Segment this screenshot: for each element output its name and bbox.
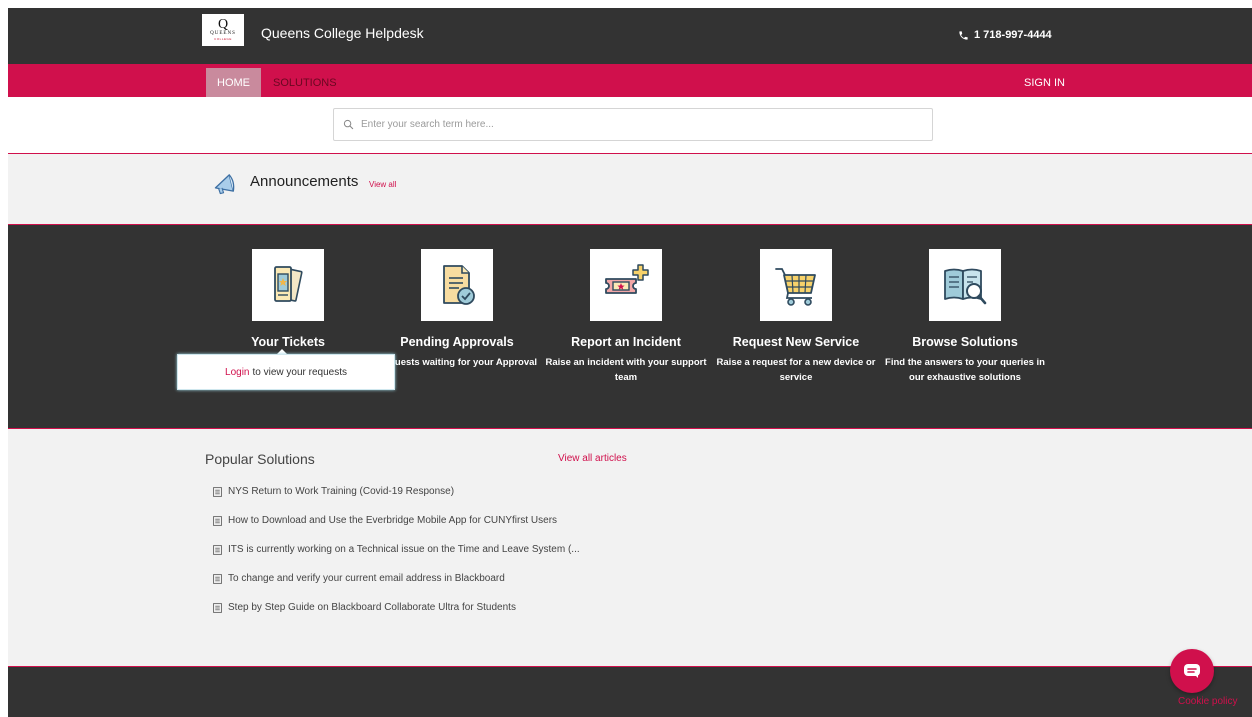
solution-item[interactable]: How to Download and Use the Everbridge M… <box>213 515 580 544</box>
card-your-tickets[interactable]: Your Tickets <box>207 249 369 349</box>
chat-button[interactable] <box>1170 649 1214 693</box>
login-tooltip: Login to view your requests <box>177 354 395 390</box>
card-browse-solutions[interactable]: Browse Solutions Find the answers to you… <box>884 249 1046 385</box>
card-report-incident[interactable]: Report an Incident Raise an incident wit… <box>545 249 707 385</box>
book-search-icon <box>944 268 987 305</box>
view-all-articles-link[interactable]: View all articles <box>558 453 627 464</box>
queens-college-logo[interactable]: Q QUEENS COLLEGE <box>202 14 244 46</box>
card-pending-approvals[interactable]: Pending Approvals Requests waiting for y… <box>376 249 538 370</box>
announcements-title: Announcements <box>250 173 359 190</box>
site-title[interactable]: Queens College Helpdesk <box>261 25 424 41</box>
card-title: Your Tickets <box>251 335 325 349</box>
logo-sub: COLLEGE <box>214 37 232 41</box>
card-title: Request New Service <box>732 335 860 349</box>
search-input[interactable] <box>359 118 903 131</box>
solution-title: How to Download and Use the Everbridge M… <box>228 515 558 526</box>
article-icon <box>213 516 222 526</box>
popular-solutions-title: Popular Solutions <box>205 451 315 467</box>
solution-title: ITS is currently working on a Technical … <box>228 544 580 555</box>
popular-solutions-list: NYS Return to Work Training (Covid-19 Re… <box>213 486 580 631</box>
card-description: Raise an incident with your support team <box>545 357 707 383</box>
announcements-section: Announcements View all <box>8 154 1252 224</box>
card-title: Report an Incident <box>571 335 681 349</box>
chat-bubble-icon <box>1184 664 1200 678</box>
card-title: Browse Solutions <box>912 335 1018 349</box>
shopping-cart-icon <box>775 268 816 306</box>
announcements-view-all-link[interactable]: View all <box>369 180 396 189</box>
article-icon <box>213 545 222 555</box>
phone-icon <box>959 30 968 40</box>
card-description: Requests waiting for your Approval <box>376 357 538 368</box>
incident-ticket-icon <box>605 264 649 294</box>
tickets-icon <box>274 266 303 302</box>
solution-item[interactable]: To change and verify your current email … <box>213 573 580 602</box>
article-icon <box>213 487 222 497</box>
search-icon <box>343 119 354 130</box>
nav-home[interactable]: HOME <box>206 68 261 97</box>
card-description: Find the answers to your queries in our … <box>885 357 1045 383</box>
tooltip-text: to view your requests <box>252 366 347 378</box>
search-box[interactable] <box>333 108 933 141</box>
popular-solutions-section: Popular Solutions View all articles NYS … <box>8 429 1252 667</box>
login-link[interactable]: Login <box>225 367 249 378</box>
phone-text: 1 718-997-4444 <box>974 29 1052 41</box>
article-icon <box>213 574 222 584</box>
card-description: Raise a request for a new device or serv… <box>716 357 876 383</box>
solution-item[interactable]: NYS Return to Work Training (Covid-19 Re… <box>213 486 580 515</box>
cookie-policy-link[interactable]: Cookie policy <box>1178 696 1237 707</box>
header-bar: Q QUEENS COLLEGE Queens College Helpdesk… <box>8 8 1252 64</box>
card-title: Pending Approvals <box>400 335 514 349</box>
services-panel: Your Tickets Pending Approvals Requests … <box>8 224 1252 429</box>
megaphone-icon <box>214 174 235 195</box>
solution-title: NYS Return to Work Training (Covid-19 Re… <box>228 486 455 497</box>
phone-number: 1 718-997-4444 <box>958 29 1052 41</box>
solution-title: Step by Step Guide on Blackboard Collabo… <box>228 602 516 613</box>
logo-letter: Q <box>217 17 229 32</box>
approval-document-icon <box>443 265 475 305</box>
nav-solutions[interactable]: SOLUTIONS <box>273 77 337 89</box>
sign-in-link[interactable]: SIGN IN <box>1024 77 1065 89</box>
footer <box>8 667 1252 717</box>
search-section <box>8 97 1252 154</box>
solution-item[interactable]: ITS is currently working on a Technical … <box>213 544 580 573</box>
article-icon <box>213 603 222 613</box>
main-nav: HOME SOLUTIONS SIGN IN <box>8 64 1252 97</box>
solution-title: To change and verify your current email … <box>228 573 505 584</box>
card-request-new-service[interactable]: Request New Service Raise a request for … <box>715 249 877 385</box>
solution-item[interactable]: Step by Step Guide on Blackboard Collabo… <box>213 602 580 631</box>
